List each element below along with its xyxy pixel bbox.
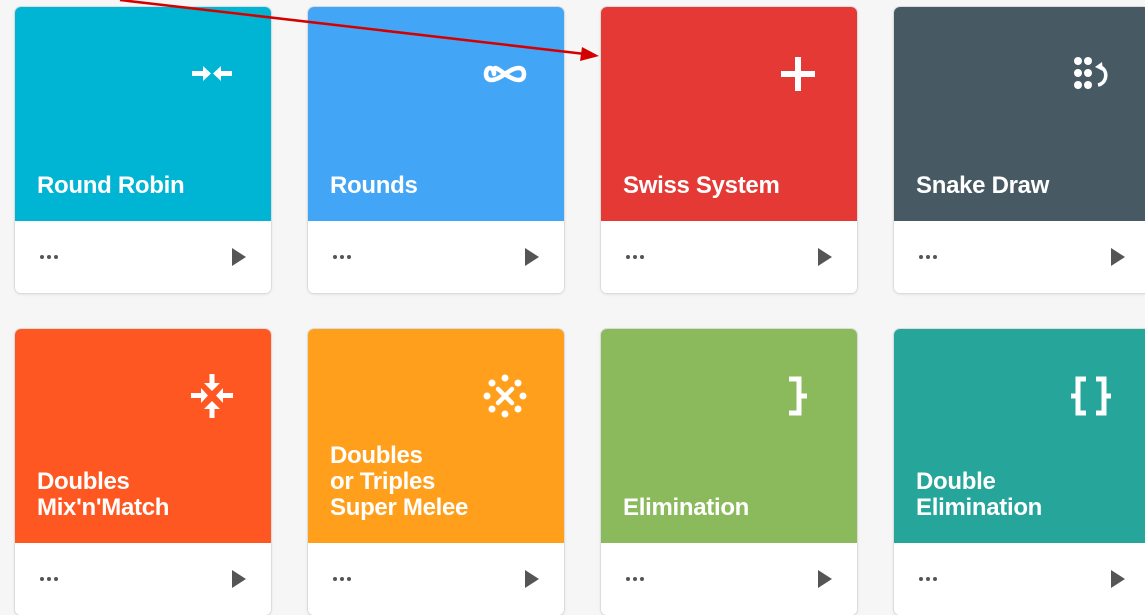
card-double-elimination[interactable]: Double Elimination [894, 329, 1145, 615]
tournament-format-grid: Round Robin Rounds Swiss System Snake Dr… [0, 0, 1145, 615]
card-header: Elimination [601, 329, 857, 543]
play-icon[interactable] [522, 567, 542, 591]
card-round-robin[interactable]: Round Robin [15, 7, 271, 293]
play-icon[interactable] [229, 245, 249, 269]
card-footer [308, 543, 564, 615]
arrows-converge-icon [189, 51, 235, 97]
card-footer [15, 543, 271, 615]
play-icon[interactable] [1108, 245, 1128, 269]
play-icon[interactable] [229, 567, 249, 591]
double-bracket-icon [1068, 373, 1114, 419]
card-footer [308, 221, 564, 293]
card-footer [601, 221, 857, 293]
card-header: Round Robin [15, 7, 271, 221]
dots-rotate-icon [1068, 51, 1114, 97]
more-options-button[interactable] [328, 247, 356, 267]
play-icon[interactable] [522, 245, 542, 269]
card-header: Rounds [308, 7, 564, 221]
card-header: Doubles Mix'n'Match [15, 329, 271, 543]
card-title: Snake Draw [916, 172, 1050, 199]
card-header: Double Elimination [894, 329, 1145, 543]
card-footer [15, 221, 271, 293]
card-title: Elimination [623, 494, 750, 521]
card-elimination[interactable]: Elimination [601, 329, 857, 615]
card-swiss-system[interactable]: Swiss System [601, 7, 857, 293]
arrows-merge-icon [189, 373, 235, 419]
more-options-button[interactable] [914, 247, 942, 267]
card-snake-draw[interactable]: Snake Draw [894, 7, 1145, 293]
card-footer [601, 543, 857, 615]
circle-x-icon [482, 373, 528, 419]
card-rounds[interactable]: Rounds [308, 7, 564, 293]
card-title: Rounds [330, 172, 418, 199]
card-header: Doubles or Triples Super Melee [308, 329, 564, 543]
more-options-button[interactable] [328, 569, 356, 589]
more-options-button[interactable] [621, 569, 649, 589]
card-header: Snake Draw [894, 7, 1145, 221]
card-title: Doubles Mix'n'Match [37, 468, 170, 521]
card-title: Swiss System [623, 172, 780, 199]
card-title: Doubles or Triples Super Melee [330, 442, 469, 521]
card-title: Double Elimination [916, 468, 1043, 521]
more-options-button[interactable] [914, 569, 942, 589]
more-options-button[interactable] [35, 569, 63, 589]
play-icon[interactable] [1108, 567, 1128, 591]
more-options-button[interactable] [35, 247, 63, 267]
more-options-button[interactable] [621, 247, 649, 267]
card-doubles-or-triples-super-melee[interactable]: Doubles or Triples Super Melee [308, 329, 564, 615]
play-icon[interactable] [815, 245, 835, 269]
infinity-icon [482, 51, 528, 97]
card-footer [894, 221, 1145, 293]
card-doubles-mix-n-match[interactable]: Doubles Mix'n'Match [15, 329, 271, 615]
plus-icon [775, 51, 821, 97]
card-footer [894, 543, 1145, 615]
card-title: Round Robin [37, 172, 185, 199]
bracket-icon [775, 373, 821, 419]
card-header: Swiss System [601, 7, 857, 221]
play-icon[interactable] [815, 567, 835, 591]
